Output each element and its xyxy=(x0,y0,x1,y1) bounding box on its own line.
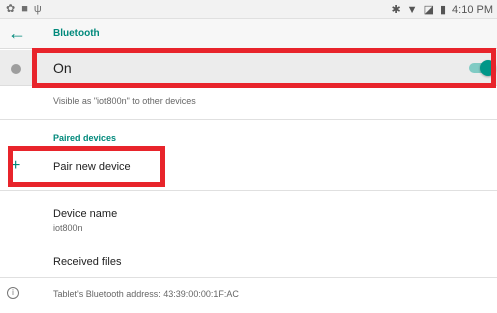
visibility-text: Visible as "iot800n" to other devices xyxy=(53,96,196,106)
plus-icon: + xyxy=(11,157,21,174)
wifi-icon: ▼ xyxy=(406,3,418,16)
pair-new-device-label: Pair new device xyxy=(53,161,131,173)
info-icon: i xyxy=(7,287,19,299)
status-bar: ✿ ■ ψ ✱ ▼ ◪ ▮ 4:10 PM xyxy=(0,0,497,19)
back-arrow-icon[interactable]: ← xyxy=(8,23,26,43)
status-bar-right: ✱ ▼ ◪ ▮ 4:10 PM xyxy=(391,3,493,17)
pair-new-device-row[interactable]: + Pair new device xyxy=(0,148,497,188)
device-name-value: iot800n xyxy=(53,223,83,233)
toolbar: ← Bluetooth xyxy=(0,19,497,49)
usb-icon: ψ xyxy=(33,3,42,15)
received-files-label: Received files xyxy=(53,256,122,268)
toggle-thumb xyxy=(480,60,496,76)
bluetooth-address-text: Tablet's Bluetooth address: 43:39:00:00:… xyxy=(53,289,239,299)
bluetooth-master-switch-row[interactable]: On xyxy=(0,50,497,86)
paired-devices-header: Paired devices xyxy=(53,133,117,143)
device-name-title: Device name xyxy=(53,208,118,220)
divider xyxy=(0,190,497,191)
gear-icon: ✿ xyxy=(6,3,16,15)
image-icon: ■ xyxy=(21,3,28,15)
bluetooth-toggle[interactable] xyxy=(469,60,496,76)
battery-icon: ▮ xyxy=(439,4,447,16)
signal-icon: ◪ xyxy=(423,4,434,16)
divider xyxy=(0,119,497,120)
page-title: Bluetooth xyxy=(53,28,100,39)
divider xyxy=(0,277,497,278)
switch-dot-icon xyxy=(11,64,21,74)
bluetooth-icon: ✱ xyxy=(391,4,401,16)
status-time: 4:10 PM xyxy=(452,3,493,16)
status-bar-left: ✿ ■ ψ xyxy=(6,2,42,17)
switch-label: On xyxy=(53,60,72,76)
